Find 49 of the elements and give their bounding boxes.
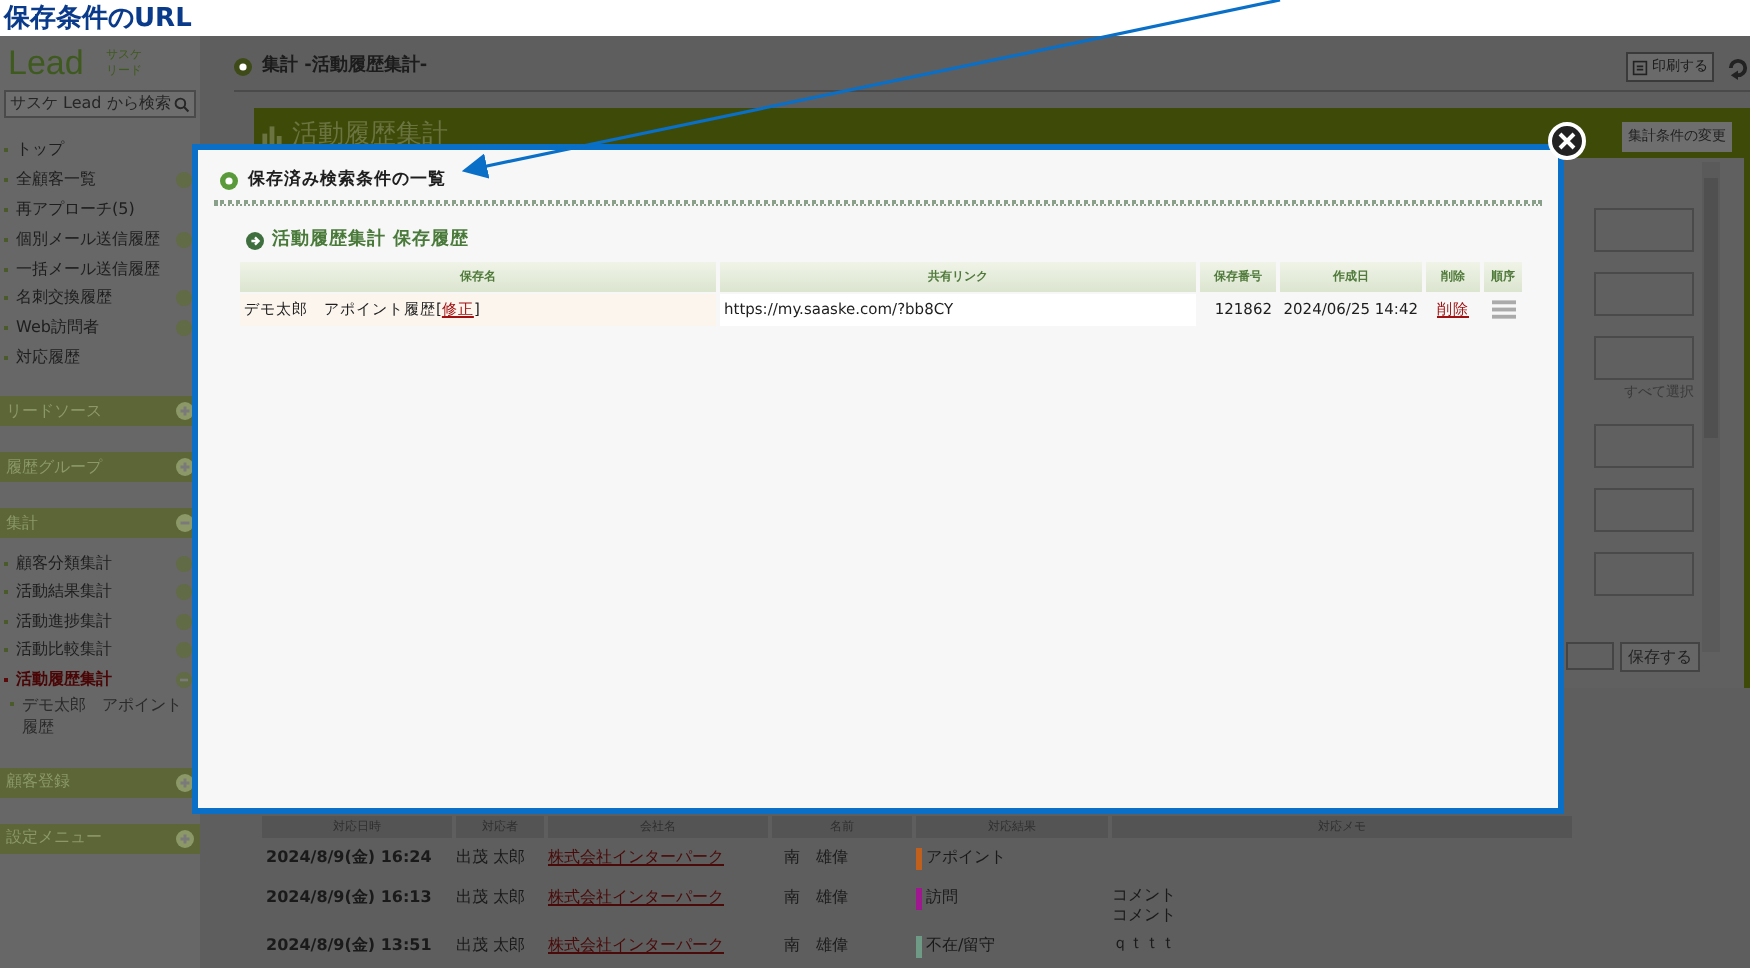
table-cell-text: コメントコメント (1112, 886, 1178, 926)
nav-item[interactable]: 名刺交換履歴 (16, 286, 176, 311)
input-field[interactable] (1566, 642, 1614, 670)
bullet-icon (220, 171, 238, 189)
save-button[interactable]: 保存する (1620, 642, 1700, 672)
nav-item[interactable]: 個別メール送信履歴 (16, 227, 176, 252)
drag-handle-icon[interactable] (1491, 297, 1515, 321)
nav-item[interactable]: 顧客分類集計 (16, 551, 176, 576)
refresh-icon (1726, 55, 1750, 79)
nav-item[interactable]: 活動比較集計 (16, 638, 176, 663)
modal-title: 保存済み検索条件の一覧 (248, 167, 446, 193)
table-cell-text: ｑｔｔｔ (1112, 934, 1178, 954)
table-cell: アポイント (926, 846, 1006, 870)
table-cell-text: 出茂 太郎 (456, 846, 528, 870)
nav-item[interactable]: 活動結果集計 (16, 580, 176, 605)
page-title: 集計 -活動履歴集計- (262, 53, 430, 80)
annotation-title: 保存条件のURL (4, 5, 192, 31)
scrollbar[interactable] (1702, 162, 1720, 652)
table-cell-text: 南 雄偉 (782, 886, 850, 910)
close-icon (1558, 132, 1576, 150)
company-link[interactable]: 株式会社インターパーク (548, 936, 724, 954)
table-cell-text: 2024/8/9(金) 13:51 (264, 934, 434, 958)
nav-item[interactable]: Web訪問者 (16, 316, 176, 341)
printer-icon (1632, 59, 1648, 75)
arrow-circle-icon (246, 232, 264, 251)
submenu-icon (176, 671, 192, 688)
logo: Lead (8, 46, 84, 80)
nav-item[interactable]: 対応履歴 (16, 345, 192, 370)
table-cell-text: 出茂 太郎 (456, 886, 528, 910)
table-cell-text: 2024/8/9(金) 16:24 (264, 846, 434, 870)
search-icon (174, 95, 190, 113)
table-cell: 不在/留守 (926, 934, 996, 958)
bullet-icon (234, 58, 252, 76)
nav-subitem[interactable]: デモ太郎 アポイント履歴 (22, 693, 192, 738)
nav-item[interactable]: 活動進捗集計 (16, 609, 176, 634)
nav-item[interactable]: 活動履歴集計 (16, 667, 176, 692)
expand-icon (176, 829, 194, 848)
table-cell-text: 2024/8/9(金) 16:13 (264, 886, 434, 910)
table-cell-text: 出茂 太郎 (456, 934, 528, 958)
section-subtitle: 活動履歴集計 保存履歴 (272, 228, 470, 254)
table-cell-text: 南 雄偉 (782, 846, 850, 870)
table-cell-text: 南 雄偉 (782, 934, 850, 958)
company-link[interactable]: 株式会社インターパーク (548, 848, 724, 866)
company-link[interactable]: 株式会社インターパーク (548, 888, 724, 906)
nav-item[interactable]: 再アプローチ(5) (16, 197, 192, 222)
panel-title: 活動履歴集計 (292, 118, 448, 155)
table-cell: 訪問 (926, 886, 958, 910)
search-field[interactable]: サスケ Lead から検索 (4, 90, 196, 118)
nav-item[interactable]: トップ (16, 138, 192, 163)
